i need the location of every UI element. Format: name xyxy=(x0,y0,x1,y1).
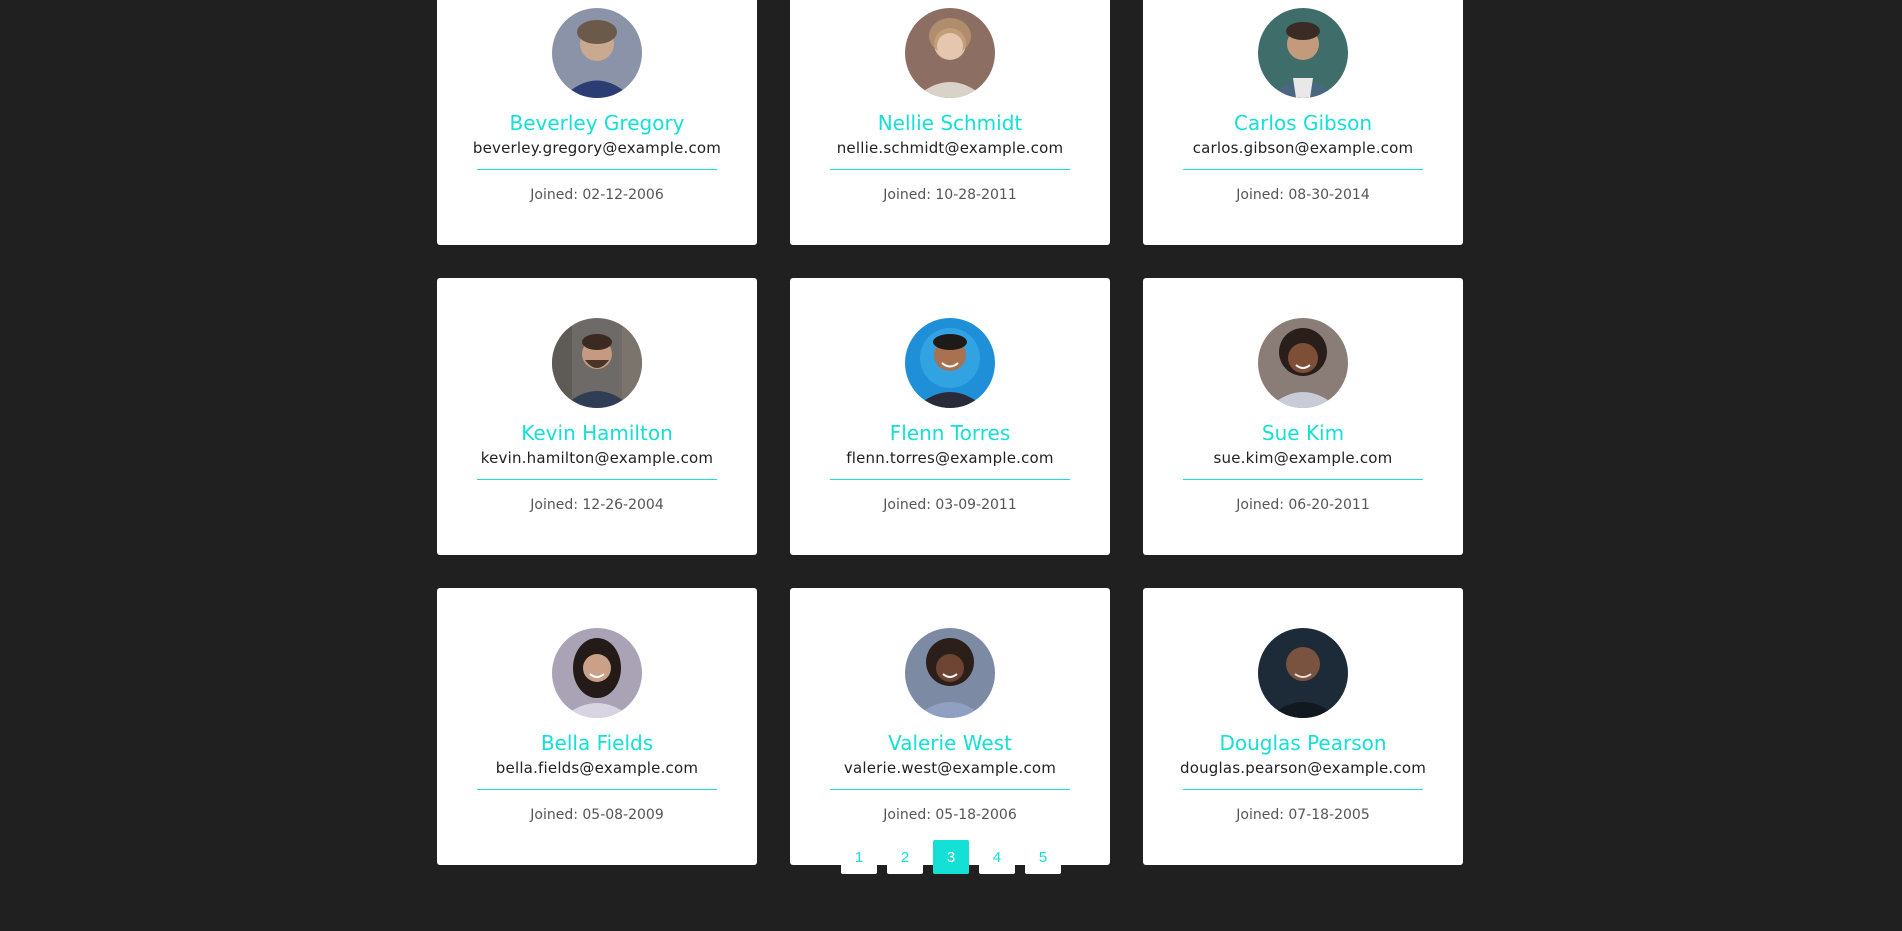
join-date: Joined: 08-30-2014 xyxy=(1236,187,1370,203)
page-button-4[interactable]: 4 xyxy=(979,840,1015,874)
user-email: kevin.hamilton@example.com xyxy=(480,449,714,467)
divider xyxy=(1183,169,1423,170)
user-email: beverley.gregory@example.com xyxy=(472,139,722,157)
user-email: bella.fields@example.com xyxy=(495,759,699,777)
user-card: Valerie West valerie.west@example.com Jo… xyxy=(790,588,1110,865)
user-card: Beverley Gregory beverley.gregory@exampl… xyxy=(437,0,757,245)
user-name: Carlos Gibson xyxy=(1233,111,1373,135)
user-email: valerie.west@example.com xyxy=(843,759,1057,777)
user-name: Kevin Hamilton xyxy=(521,421,673,445)
user-photo-icon xyxy=(1258,8,1348,98)
user-photo-icon xyxy=(1258,318,1348,408)
user-photo-icon xyxy=(552,8,642,98)
join-date: Joined: 05-18-2006 xyxy=(883,807,1017,823)
divider xyxy=(477,479,717,480)
user-photo-icon xyxy=(552,628,642,718)
employee-directory-page: Beverley Gregory beverley.gregory@exampl… xyxy=(0,0,1902,931)
divider xyxy=(1183,479,1423,480)
join-date: Joined: 12-26-2004 xyxy=(530,497,664,513)
pagination: 1 2 3 4 5 xyxy=(0,840,1902,874)
user-name: Beverley Gregory xyxy=(509,111,685,135)
user-card: Carlos Gibson carlos.gibson@example.com … xyxy=(1143,0,1463,245)
user-name: Valerie West xyxy=(888,731,1012,755)
join-date: Joined: 07-18-2005 xyxy=(1236,807,1370,823)
join-date: Joined: 10-28-2011 xyxy=(883,187,1017,203)
user-email: sue.kim@example.com xyxy=(1213,449,1393,467)
join-date: Joined: 05-08-2009 xyxy=(530,807,664,823)
user-name: Bella Fields xyxy=(540,731,654,755)
divider xyxy=(830,789,1070,790)
join-date: Joined: 02-12-2006 xyxy=(530,187,664,203)
user-name: Flenn Torres xyxy=(889,421,1011,445)
user-name: Sue Kim xyxy=(1261,421,1345,445)
user-card: Sue Kim sue.kim@example.com Joined: 06-2… xyxy=(1143,278,1463,555)
user-card: Flenn Torres flenn.torres@example.com Jo… xyxy=(790,278,1110,555)
user-card-grid: Beverley Gregory beverley.gregory@exampl… xyxy=(437,0,1463,865)
user-card: Douglas Pearson douglas.pearson@example.… xyxy=(1143,588,1463,865)
user-photo-icon xyxy=(552,318,642,408)
user-email: flenn.torres@example.com xyxy=(846,449,1054,467)
user-photo-icon xyxy=(1258,628,1348,718)
page-button-2[interactable]: 2 xyxy=(887,840,923,874)
page-button-1[interactable]: 1 xyxy=(841,840,877,874)
user-email: douglas.pearson@example.com xyxy=(1179,759,1427,777)
divider xyxy=(830,169,1070,170)
user-card: Kevin Hamilton kevin.hamilton@example.co… xyxy=(437,278,757,555)
page-button-3-active[interactable]: 3 xyxy=(933,840,969,874)
user-email: carlos.gibson@example.com xyxy=(1192,139,1414,157)
page-button-5[interactable]: 5 xyxy=(1025,840,1061,874)
user-photo-icon xyxy=(905,628,995,718)
user-card: Bella Fields bella.fields@example.com Jo… xyxy=(437,588,757,865)
user-name: Douglas Pearson xyxy=(1219,731,1387,755)
user-card: Nellie Schmidt nellie.schmidt@example.co… xyxy=(790,0,1110,245)
divider xyxy=(1183,789,1423,790)
user-email: nellie.schmidt@example.com xyxy=(836,139,1064,157)
divider xyxy=(830,479,1070,480)
join-date: Joined: 03-09-2011 xyxy=(883,497,1017,513)
user-photo-icon xyxy=(905,318,995,408)
divider xyxy=(477,169,717,170)
join-date: Joined: 06-20-2011 xyxy=(1236,497,1370,513)
user-photo-icon xyxy=(905,8,995,98)
user-name: Nellie Schmidt xyxy=(877,111,1023,135)
divider xyxy=(477,789,717,790)
